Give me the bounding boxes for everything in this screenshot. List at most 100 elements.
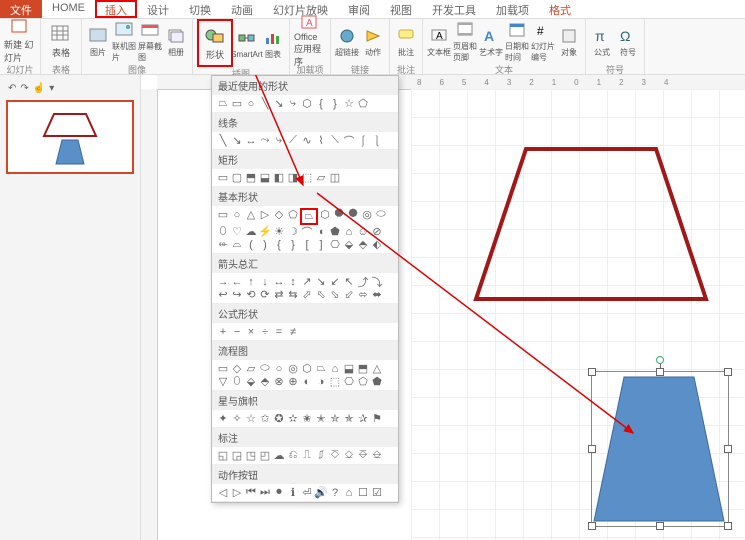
- hyperlink-button[interactable]: 超链接: [335, 19, 359, 63]
- shape-item[interactable]: ◖: [314, 225, 328, 238]
- shape-rect[interactable]: ▱: [314, 171, 328, 184]
- shape-star[interactable]: ✬: [300, 412, 314, 425]
- shape-fc[interactable]: ⏢: [314, 362, 328, 375]
- album-button[interactable]: 相册: [164, 19, 188, 63]
- shape-arrow[interactable]: ←: [230, 275, 244, 288]
- shape-line[interactable]: ↘: [230, 134, 244, 147]
- shape-callout[interactable]: ◰: [258, 449, 272, 462]
- shape-arrow[interactable]: ⤴: [356, 275, 370, 288]
- shape-line[interactable]: ↔: [244, 134, 258, 147]
- wordart-button[interactable]: A艺术字: [479, 19, 503, 63]
- shape-callout[interactable]: ◲: [230, 449, 244, 462]
- shape-item[interactable]: ⬯: [216, 225, 230, 238]
- shape-fc[interactable]: ⬡: [300, 362, 314, 375]
- shape-item[interactable]: ◎: [360, 208, 374, 221]
- shape-line[interactable]: ∿: [300, 134, 314, 147]
- shape-item[interactable]: ): [258, 238, 272, 251]
- shape-action[interactable]: ?: [328, 486, 342, 499]
- shape-item[interactable]: {: [314, 97, 328, 110]
- datetime-button[interactable]: 日期和时间: [505, 19, 529, 63]
- shape-item[interactable]: ☺: [356, 225, 370, 238]
- screenshot-button[interactable]: 屏幕截图: [138, 19, 162, 63]
- shape-callout[interactable]: ⎎: [314, 449, 328, 462]
- selection-handles[interactable]: [591, 371, 729, 527]
- shape-rect[interactable]: ◨: [286, 171, 300, 184]
- shape-line[interactable]: ⎱: [370, 134, 384, 147]
- shape-action[interactable]: ⏎: [300, 486, 314, 499]
- touch-mode-icon[interactable]: ☝: [33, 83, 45, 94]
- shape-item[interactable]: ⯄: [346, 208, 360, 221]
- shape-item[interactable]: △: [244, 208, 258, 221]
- shape-eq[interactable]: ÷: [258, 325, 272, 338]
- shape-callout[interactable]: ⎑: [356, 449, 370, 462]
- shape-arrow[interactable]: ↖: [342, 275, 356, 288]
- shape-star[interactable]: ✰: [356, 412, 370, 425]
- equation-button[interactable]: π公式: [590, 19, 614, 63]
- shape-rect[interactable]: ⬒: [244, 171, 258, 184]
- shape-item[interactable]: ☆: [342, 97, 356, 110]
- shape-arrow[interactable]: ↩: [216, 288, 230, 301]
- tab-dev[interactable]: 开发工具: [422, 0, 486, 18]
- shape-item[interactable]: ⬘: [356, 238, 370, 251]
- shape-star[interactable]: ⚑: [370, 412, 384, 425]
- shape-star[interactable]: ✭: [314, 412, 328, 425]
- shape-rect[interactable]: ▭: [216, 171, 230, 184]
- shape-fc[interactable]: ⬚: [328, 375, 342, 388]
- shape-item[interactable]: ⬙: [342, 238, 356, 251]
- shape-item[interactable]: ⬖: [370, 238, 384, 251]
- shape-star[interactable]: ✮: [328, 412, 342, 425]
- shape-eq[interactable]: −: [230, 325, 244, 338]
- comment-button[interactable]: 批注: [394, 19, 418, 63]
- shape-item[interactable]: ⯃: [332, 208, 346, 221]
- shape-star[interactable]: ✯: [342, 412, 356, 425]
- tab-home[interactable]: HOME: [42, 0, 95, 18]
- shape-callout[interactable]: ☁: [272, 449, 286, 462]
- shape-action[interactable]: ⌂: [342, 486, 356, 499]
- textbox-button[interactable]: A文本框: [427, 19, 451, 63]
- shape-eq[interactable]: ≠: [286, 325, 300, 338]
- shape-line[interactable]: ╲: [258, 97, 272, 110]
- shape-star[interactable]: ✩: [258, 412, 272, 425]
- shape-action[interactable]: 🔊: [314, 486, 328, 499]
- shape-item[interactable]: ⬠: [356, 97, 370, 110]
- shape-fc[interactable]: ⬟: [370, 375, 384, 388]
- shape-rect[interactable]: ▢: [230, 171, 244, 184]
- shape-eq[interactable]: ×: [244, 325, 258, 338]
- shape-rect[interactable]: ◫: [328, 171, 342, 184]
- shape-item[interactable]: ⬭: [374, 208, 388, 221]
- shape-arrow[interactable]: ⬃: [342, 288, 356, 301]
- shape-item[interactable]: ⎔: [328, 238, 342, 251]
- rotate-handle[interactable]: [656, 356, 664, 364]
- shape-arrow[interactable]: ⬀: [300, 288, 314, 301]
- tab-view[interactable]: 视图: [380, 0, 422, 18]
- shape-item[interactable]: ◇: [272, 208, 286, 221]
- shape-item[interactable]: (: [244, 238, 258, 251]
- shape-item[interactable]: ⚡: [258, 225, 272, 238]
- shape-fc[interactable]: ⌂: [328, 362, 342, 375]
- shape-line[interactable]: ⤳: [258, 134, 272, 147]
- shape-fc[interactable]: ◐: [300, 375, 314, 388]
- shape-line[interactable]: ⌒: [342, 134, 356, 147]
- shape-item[interactable]: ⬰: [216, 238, 230, 251]
- shape-item[interactable]: ▭: [230, 97, 244, 110]
- shape-fc[interactable]: ⬙: [244, 375, 258, 388]
- shape-line[interactable]: ↘: [272, 97, 286, 110]
- action-button[interactable]: 动作: [361, 19, 385, 63]
- shape-star[interactable]: ✦: [216, 412, 230, 425]
- shape-line[interactable]: ⌇: [314, 134, 328, 147]
- shape-star[interactable]: ☆: [244, 412, 258, 425]
- shape-callout[interactable]: ⎌: [286, 449, 300, 462]
- shape-action[interactable]: ⏭: [258, 486, 272, 499]
- headerfooter-button[interactable]: 页眉和页脚: [453, 19, 477, 63]
- shape-fc[interactable]: ⬯: [230, 375, 244, 388]
- shape-arrow[interactable]: ⤵: [370, 275, 384, 288]
- shape-fc[interactable]: ◑: [314, 375, 328, 388]
- shape-fc[interactable]: ▱: [244, 362, 258, 375]
- shape-star[interactable]: ✪: [272, 412, 286, 425]
- shape-trapezoid-recent[interactable]: ⏢: [216, 97, 230, 110]
- tab-animation[interactable]: 动画: [221, 0, 263, 18]
- shape-fc[interactable]: ⬓: [342, 362, 356, 375]
- shape-fc[interactable]: ◇: [230, 362, 244, 375]
- office-apps-button[interactable]: AOffice 应用程序: [294, 19, 326, 63]
- shape-fc[interactable]: ⬘: [258, 375, 272, 388]
